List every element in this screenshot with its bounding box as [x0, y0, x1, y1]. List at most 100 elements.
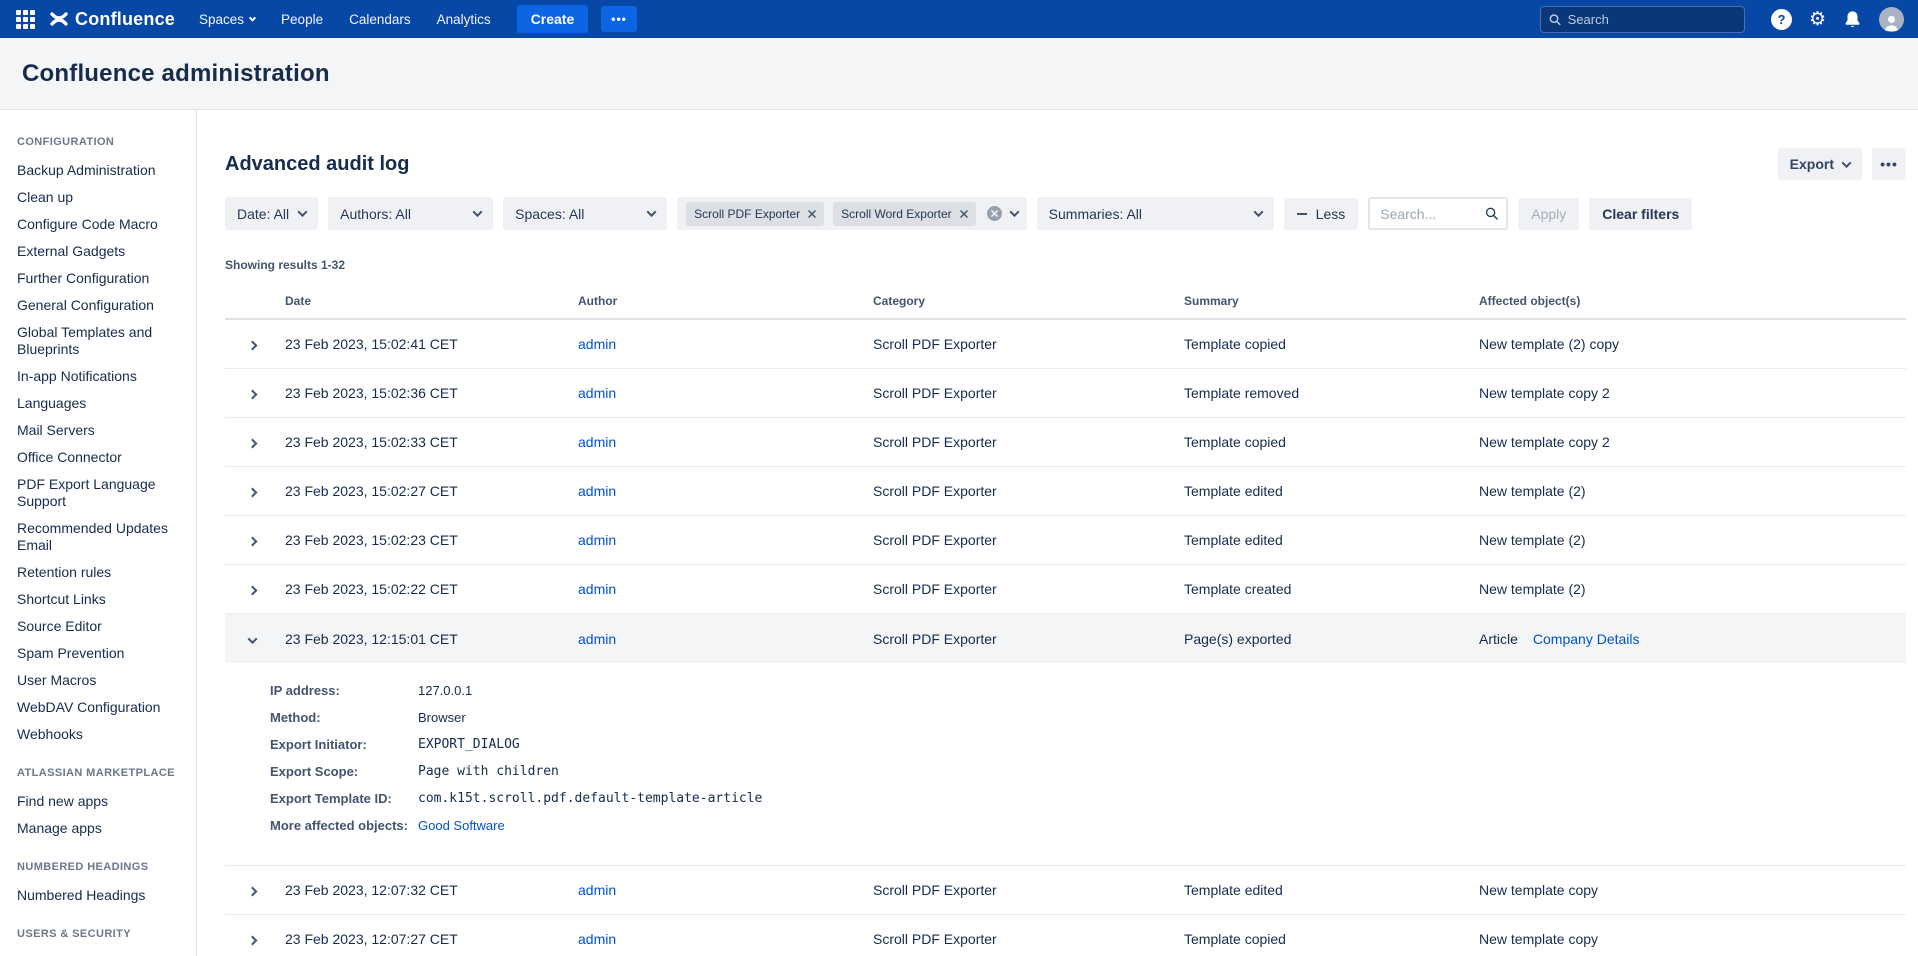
gear-icon[interactable]: ⚙ — [1809, 10, 1826, 29]
confluence-logo[interactable]: Confluence — [50, 9, 175, 30]
global-search-input[interactable] — [1568, 12, 1736, 27]
remove-tag-icon[interactable] — [960, 210, 968, 218]
author-link[interactable]: admin — [578, 532, 616, 548]
chevron-down-icon — [1009, 207, 1019, 217]
expand-chevron-icon[interactable] — [248, 936, 258, 946]
spaces-filter[interactable]: Spaces: All — [503, 197, 667, 230]
sidebar-item[interactable]: Backup Administration — [17, 162, 175, 179]
nav-item-analytics[interactable]: Analytics — [429, 12, 499, 27]
author-link[interactable]: admin — [578, 631, 616, 647]
filter-search[interactable] — [1368, 197, 1508, 230]
cell-affected: New template (2) — [1479, 581, 1906, 597]
sidebar-item[interactable]: Global Templates and Blueprints — [17, 324, 175, 358]
detail-row: Export Template ID: com.k15t.scroll.pdf.… — [270, 785, 1906, 812]
table-row[interactable]: 23 Feb 2023, 15:02:41 CET admin Scroll P… — [225, 320, 1906, 369]
sidebar-item[interactable]: PDF Export Language Support — [17, 476, 175, 510]
nav-more-button[interactable]: ••• — [601, 6, 637, 32]
sidebar-item[interactable]: Find new apps — [17, 793, 175, 810]
chevron-down-icon — [1842, 158, 1852, 168]
nav-item-spaces[interactable]: Spaces — [191, 12, 263, 27]
brand-name: Confluence — [75, 9, 175, 30]
affected-object-link[interactable]: Company Details — [1533, 631, 1640, 647]
authors-filter[interactable]: Authors: All — [328, 197, 493, 230]
sidebar-item[interactable]: Spam Prevention — [17, 645, 175, 662]
cell-summary: Template copied — [1184, 434, 1479, 450]
sidebar-item[interactable]: Webhooks — [17, 726, 175, 743]
category-filter[interactable]: Scroll PDF Exporter Scroll Word Exporter — [677, 197, 1027, 230]
expand-chevron-icon[interactable] — [248, 887, 258, 897]
sidebar-item[interactable]: Manage apps — [17, 820, 175, 837]
cell-summary: Template edited — [1184, 532, 1479, 548]
filter-tag[interactable]: Scroll Word Exporter — [833, 202, 975, 226]
author-link[interactable]: admin — [578, 483, 616, 499]
notifications-icon[interactable] — [1843, 10, 1862, 29]
confluence-logo-icon — [50, 10, 68, 28]
nav-item-calendars[interactable]: Calendars — [341, 12, 419, 27]
table-row[interactable]: 23 Feb 2023, 15:02:36 CET admin Scroll P… — [225, 369, 1906, 418]
summaries-filter[interactable]: Summaries: All — [1037, 197, 1274, 230]
sidebar-item[interactable]: Clean up — [17, 189, 175, 206]
table-row[interactable]: 23 Feb 2023, 15:02:23 CET admin Scroll P… — [225, 516, 1906, 565]
table-row[interactable]: 23 Feb 2023, 15:02:27 CET admin Scroll P… — [225, 467, 1906, 516]
avatar[interactable] — [1879, 7, 1904, 32]
author-link[interactable]: admin — [578, 882, 616, 898]
detail-row: More affected objects: Good Software — [270, 812, 1906, 839]
apply-button[interactable]: Apply — [1518, 198, 1579, 230]
sidebar-item[interactable]: General Configuration — [17, 297, 175, 314]
sidebar-item[interactable]: Numbered Headings — [17, 887, 175, 904]
sidebar-section: CONFIGURATION Backup AdministrationClean… — [17, 136, 184, 743]
search-icon[interactable] — [1485, 206, 1498, 221]
expand-chevron-icon[interactable] — [248, 390, 258, 400]
cell-affected: New template (2) — [1479, 532, 1906, 548]
expand-chevron-icon[interactable] — [248, 634, 258, 644]
detail-value: 127.0.0.1 — [418, 677, 1906, 704]
table-row[interactable]: 23 Feb 2023, 12:07:32 CET admin Scroll P… — [225, 866, 1906, 915]
author-link[interactable]: admin — [578, 581, 616, 597]
less-filters-button[interactable]: Less — [1284, 198, 1359, 230]
expand-chevron-icon[interactable] — [248, 439, 258, 449]
detail-link[interactable]: Good Software — [418, 818, 505, 833]
detail-row: Method: Browser — [270, 704, 1906, 731]
sidebar-item[interactable]: Mail Servers — [17, 422, 175, 439]
expand-chevron-icon[interactable] — [248, 341, 258, 351]
author-link[interactable]: admin — [578, 336, 616, 352]
table-row[interactable]: 23 Feb 2023, 12:15:01 CET admin Scroll P… — [225, 614, 1906, 663]
export-button[interactable]: Export — [1778, 148, 1862, 180]
sidebar-item[interactable]: Further Configuration — [17, 270, 175, 287]
filter-search-input[interactable] — [1380, 206, 1485, 222]
help-icon[interactable]: ? — [1771, 9, 1792, 30]
detail-row: IP address: 127.0.0.1 — [270, 677, 1906, 704]
cell-summary: Template removed — [1184, 385, 1479, 401]
table-row[interactable]: 23 Feb 2023, 15:02:22 CET admin Scroll P… — [225, 565, 1906, 614]
sidebar-item[interactable]: Office Connector — [17, 449, 175, 466]
sidebar-item[interactable]: External Gadgets — [17, 243, 175, 260]
expand-chevron-icon[interactable] — [248, 488, 258, 498]
sidebar-item[interactable]: Shortcut Links — [17, 591, 175, 608]
sidebar-item[interactable]: WebDAV Configuration — [17, 699, 175, 716]
overflow-menu-button[interactable]: ••• — [1872, 148, 1906, 180]
author-link[interactable]: admin — [578, 434, 616, 450]
sidebar-item[interactable]: User Macros — [17, 672, 175, 689]
table-row[interactable]: 23 Feb 2023, 15:02:33 CET admin Scroll P… — [225, 418, 1906, 467]
sidebar-item[interactable]: Retention rules — [17, 564, 175, 581]
clear-tags-icon[interactable] — [987, 206, 1002, 221]
sidebar-item[interactable]: In-app Notifications — [17, 368, 175, 385]
remove-tag-icon[interactable] — [808, 210, 816, 218]
app-switcher-icon[interactable] — [14, 8, 36, 30]
sidebar-item[interactable]: Source Editor — [17, 618, 175, 635]
cell-affected: New template copy 2 — [1479, 434, 1906, 450]
author-link[interactable]: admin — [578, 385, 616, 401]
global-search[interactable] — [1540, 6, 1745, 33]
date-filter[interactable]: Date: All — [225, 197, 318, 230]
expand-chevron-icon[interactable] — [248, 586, 258, 596]
expand-chevron-icon[interactable] — [248, 537, 258, 547]
table-row[interactable]: 23 Feb 2023, 12:07:27 CET admin Scroll P… — [225, 915, 1906, 956]
clear-filters-button[interactable]: Clear filters — [1589, 198, 1692, 230]
create-button[interactable]: Create — [517, 5, 589, 33]
sidebar-item[interactable]: Configure Code Macro — [17, 216, 175, 233]
nav-item-people[interactable]: People — [273, 12, 331, 27]
filter-tag[interactable]: Scroll PDF Exporter — [686, 202, 824, 226]
sidebar-item[interactable]: Languages — [17, 395, 175, 412]
author-link[interactable]: admin — [578, 931, 616, 947]
sidebar-item[interactable]: Recommended Updates Email — [17, 520, 175, 554]
